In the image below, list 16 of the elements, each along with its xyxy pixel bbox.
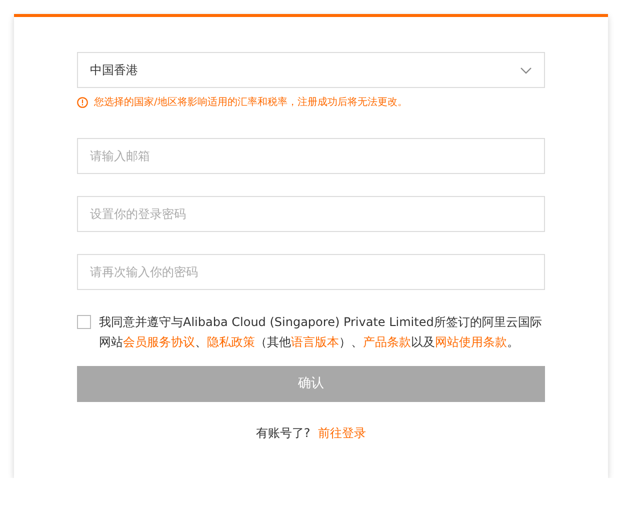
account-prompt: 有账号了? [256,425,310,442]
region-select[interactable]: 中国香港 [77,52,545,88]
input-field[interactable]: 请输入邮箱 [77,138,545,174]
terms-link[interactable]: 会员服务协议 [123,335,195,349]
terms-link[interactable]: 网站使用条款 [435,335,507,349]
terms-link[interactable]: 隐私政策 [207,335,255,349]
chevron-down-icon [520,66,532,74]
notice-text: 您选择的国家/地区将影响适用的汇率和税率，注册成功后将无法更改。 [94,96,408,110]
input-field[interactable]: 设置你的登录密码 [77,196,545,232]
agreement-text: 我同意并遵守与Alibaba Cloud (Singapore) Private Limited所签订的阿里云国际网站会员服务协议、隐私政策（其他语言版本）、产品条款以及网站使用条款。 [99,314,543,351]
login-link[interactable]: 前往登录 [318,424,366,442]
terms-link[interactable]: 语言版本 [291,335,339,349]
agree-checkbox[interactable] [77,315,91,329]
terms-link[interactable]: 产品条款 [363,335,411,349]
input-field[interactable]: 请再次输入你的密码 [77,254,545,290]
info-icon [77,97,88,108]
